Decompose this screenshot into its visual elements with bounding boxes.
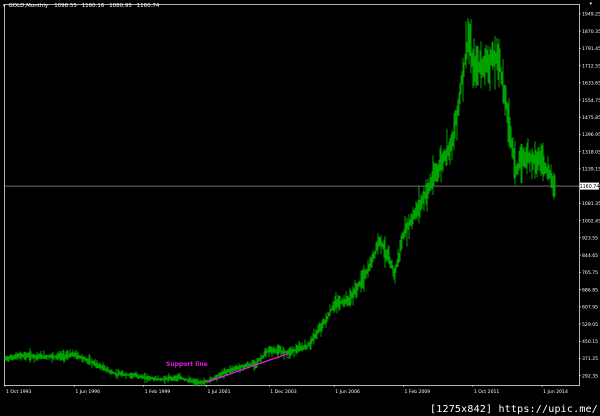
- price-tick-label: 450.15: [582, 339, 598, 345]
- price-bars-layer: [4, 17, 556, 387]
- close-value: 1160.74: [136, 3, 160, 9]
- chart-window[interactable]: 1949.25 1870.35 1791.45 1712.55 1633.65 1554.…: [0, 0, 600, 416]
- symbol-menu-icon[interactable]: ▾: [3, 3, 6, 9]
- price-tick-label: 1002.45: [582, 218, 600, 224]
- time-tick-label: 1 Dec 2003: [270, 389, 297, 395]
- open-value: 1098.55: [54, 3, 77, 9]
- image-host-watermark: [1275x842] https://upic.me/: [430, 404, 598, 415]
- price-tick-label: 1318.05: [582, 149, 600, 155]
- time-tick-label: 1 Feb 1999: [145, 389, 171, 395]
- price-tick-label: 529.05: [582, 322, 598, 328]
- price-tick-label: 1239.15: [582, 167, 600, 173]
- price-tick-label: 923.55: [582, 236, 598, 242]
- price-tick-label: 1475.85: [582, 115, 600, 121]
- symbol-timeframe: GOLD,Monthly: [8, 3, 49, 9]
- price-tick-label: 1554.75: [582, 98, 600, 104]
- support-trendline: [206, 352, 289, 383]
- time-tick-label: 1 Jun 1996: [75, 389, 100, 395]
- current-price-label: 1160.74: [580, 184, 600, 190]
- chart-shift-marker-icon[interactable]: ▾: [589, 1, 592, 7]
- price-tick-label: 1870.35: [582, 29, 600, 35]
- support-line-label: Support line: [166, 361, 208, 368]
- current-price-marker: 1160.74: [580, 182, 600, 190]
- ohlc-values: 1098.55 1160.16 1080.95 1160.74: [51, 3, 159, 9]
- price-axis: 1949.25 1870.35 1791.45 1712.55 1633.65 1554.…: [579, 12, 600, 379]
- price-tick-label: 607.95: [582, 305, 598, 311]
- high-value: 1160.16: [81, 3, 105, 9]
- price-tick-label: 765.75: [582, 270, 598, 276]
- price-tick-label: 1712.55: [582, 63, 600, 69]
- time-tick-label: 1 Feb 2009: [405, 389, 431, 395]
- price-tick-label: 1949.25: [582, 12, 600, 18]
- price-tick-label: 1396.95: [582, 132, 600, 138]
- low-value: 1080.95: [109, 3, 132, 9]
- price-tick-label: 1633.65: [582, 81, 600, 87]
- time-tick-label: 1 Oct 1993: [6, 389, 32, 395]
- price-tick-label: 1791.45: [582, 46, 600, 52]
- price-tick-label: 1081.35: [582, 201, 600, 207]
- time-tick-label: 1 Jun 2014: [543, 389, 568, 395]
- price-tick-label: 844.65: [582, 253, 598, 259]
- time-tick-label: 1 Jul 2001: [207, 389, 230, 395]
- support-line-layer: [206, 352, 289, 383]
- price-tick-label: 371.25: [582, 356, 598, 362]
- price-tick-label: 686.85: [582, 287, 598, 293]
- price-tick-label: 292.35: [582, 373, 598, 379]
- time-axis: 1 Oct 1993 1 Jun 1996 1 Feb 1999 1 Jul 2001…: [4, 385, 568, 395]
- chart-header: ▾ GOLD,Monthly 1098.55 1160.16 1080.95 1…: [3, 1, 159, 11]
- time-tick-label: 1 Jun 2006: [335, 389, 360, 395]
- time-tick-label: 1 Oct 2011: [474, 389, 500, 395]
- chart-canvas[interactable]: 1949.25 1870.35 1791.45 1712.55 1633.65 1554.…: [0, 0, 600, 416]
